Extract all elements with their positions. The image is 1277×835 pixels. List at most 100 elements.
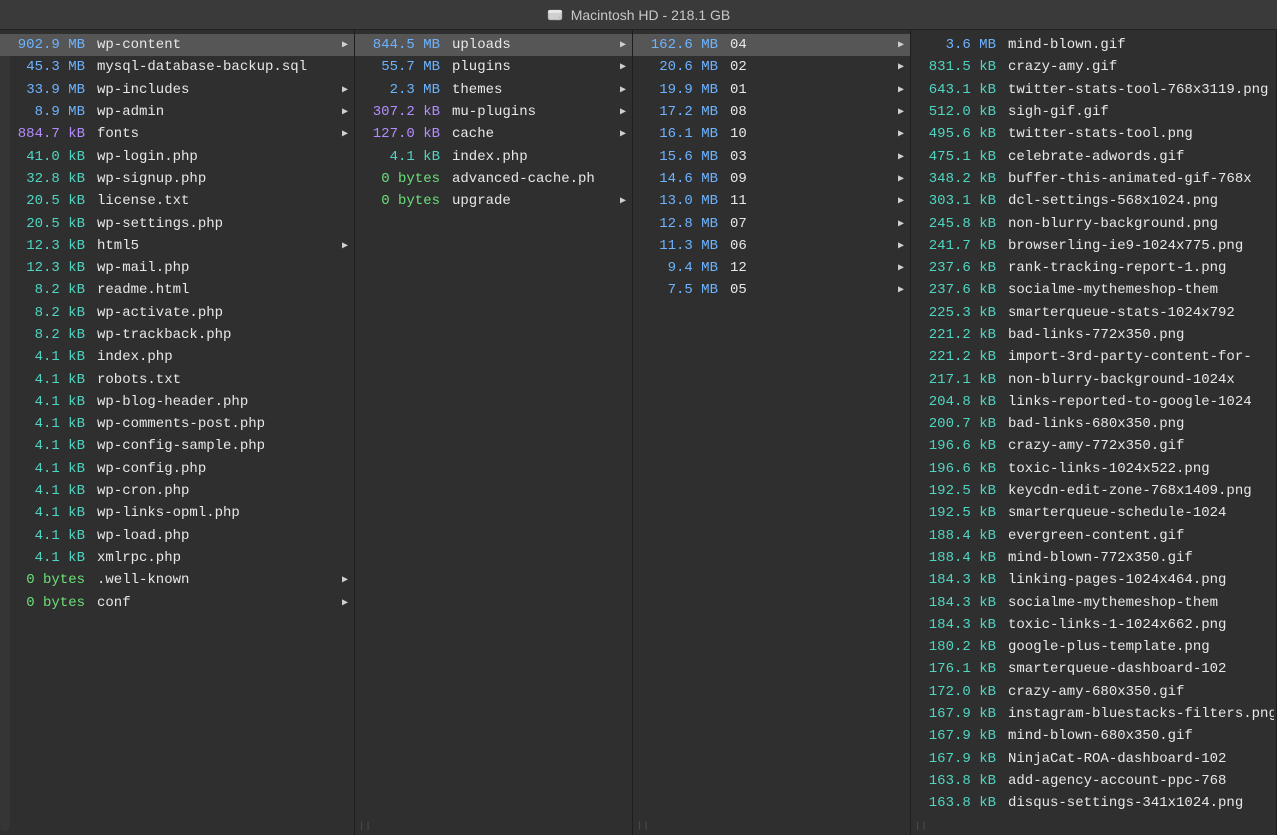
file-size: 192.5 kB [923, 483, 1008, 499]
file-row[interactable]: 8.2 kBwp-trackback.php [0, 324, 354, 346]
file-row[interactable]: 0 bytesadvanced-cache.ph [355, 168, 632, 190]
column-4[interactable]: || 3.6 MBmind-blown.gif831.5 kBcrazy-amy… [911, 30, 1277, 835]
file-row[interactable]: 176.1 kBsmarterqueue-dashboard-102 [911, 658, 1276, 680]
disclosure-arrow-icon: ▶ [338, 240, 352, 252]
file-row[interactable]: 184.3 kBlinking-pages-1024x464.png [911, 569, 1276, 591]
file-row[interactable]: 4.1 kBindex.php [355, 145, 632, 167]
folder-row[interactable]: 7.5 MB05▶ [633, 279, 910, 301]
folder-row[interactable]: 16.1 MB10▶ [633, 123, 910, 145]
folder-row[interactable]: 17.2 MB08▶ [633, 101, 910, 123]
file-row[interactable]: 172.0 kBcrazy-amy-680x350.gif [911, 681, 1276, 703]
folder-row[interactable]: 127.0 kBcache▶ [355, 123, 632, 145]
file-row[interactable]: 192.5 kBkeycdn-edit-zone-768x1409.png [911, 480, 1276, 502]
folder-row[interactable]: 15.6 MB03▶ [633, 145, 910, 167]
column-resize-handle[interactable]: || [637, 821, 650, 831]
file-row[interactable]: 4.1 kBwp-cron.php [0, 480, 354, 502]
file-row[interactable]: 184.3 kBsocialme-mythemeshop-them [911, 591, 1276, 613]
folder-row[interactable]: 0 bytesupgrade▶ [355, 190, 632, 212]
file-row[interactable]: 200.7 kBbad-links-680x350.png [911, 413, 1276, 435]
file-row[interactable]: 4.1 kBwp-load.php [0, 525, 354, 547]
file-row[interactable]: 4.1 kBwp-comments-post.php [0, 413, 354, 435]
file-name: wp-config.php [97, 461, 352, 477]
window-titlebar[interactable]: Macintosh HD - 218.1 GB [0, 0, 1277, 30]
file-row[interactable]: 20.5 kBwp-settings.php [0, 212, 354, 234]
file-size: 12.3 kB [12, 238, 97, 254]
folder-row[interactable]: 902.9 MBwp-content▶ [0, 34, 354, 56]
file-row[interactable]: 237.6 kBsocialme-mythemeshop-them [911, 279, 1276, 301]
file-row[interactable]: 221.2 kBimport-3rd-party-content-for- [911, 346, 1276, 368]
folder-row[interactable]: 20.6 MB02▶ [633, 56, 910, 78]
file-row[interactable]: 4.1 kBwp-links-opml.php [0, 502, 354, 524]
column-1[interactable]: 902.9 MBwp-content▶45.3 MBmysql-database… [0, 30, 355, 835]
folder-row[interactable]: 55.7 MBplugins▶ [355, 56, 632, 78]
file-row[interactable]: 348.2 kBbuffer-this-animated-gif-768x [911, 168, 1276, 190]
file-row[interactable]: 8.2 kBreadme.html [0, 279, 354, 301]
file-row[interactable]: 217.1 kBnon-blurry-background-1024x [911, 368, 1276, 390]
file-row[interactable]: 241.7 kBbrowserling-ie9-1024x775.png [911, 235, 1276, 257]
file-row[interactable]: 495.6 kBtwitter-stats-tool.png [911, 123, 1276, 145]
folder-row[interactable]: 33.9 MBwp-includes▶ [0, 79, 354, 101]
folder-row[interactable]: 13.0 MB11▶ [633, 190, 910, 212]
file-row[interactable]: 237.6 kBrank-tracking-report-1.png [911, 257, 1276, 279]
folder-row[interactable]: 12.8 MB07▶ [633, 212, 910, 234]
folder-row[interactable]: 12.3 kBhtml5▶ [0, 235, 354, 257]
file-row[interactable]: 4.1 kBxmlrpc.php [0, 547, 354, 569]
folder-row[interactable]: 884.7 kBfonts▶ [0, 123, 354, 145]
file-row[interactable]: 245.8 kBnon-blurry-background.png [911, 212, 1276, 234]
folder-row[interactable]: 844.5 MBuploads▶ [355, 34, 632, 56]
file-row[interactable]: 221.2 kBbad-links-772x350.png [911, 324, 1276, 346]
file-row[interactable]: 225.3 kBsmarterqueue-stats-1024x792 [911, 302, 1276, 324]
file-row[interactable]: 3.6 MBmind-blown.gif [911, 34, 1276, 56]
file-row[interactable]: 32.8 kBwp-signup.php [0, 168, 354, 190]
folder-row[interactable]: 19.9 MB01▶ [633, 79, 910, 101]
file-size: 0 bytes [367, 171, 452, 187]
file-row[interactable]: 831.5 kBcrazy-amy.gif [911, 56, 1276, 78]
file-row[interactable]: 163.8 kBadd-agency-account-ppc-768 [911, 770, 1276, 792]
file-row[interactable]: 20.5 kBlicense.txt [0, 190, 354, 212]
file-row[interactable]: 188.4 kBmind-blown-772x350.gif [911, 547, 1276, 569]
file-row[interactable]: 4.1 kBrobots.txt [0, 368, 354, 390]
file-name: socialme-mythemeshop-them [1008, 595, 1274, 611]
file-row[interactable]: 167.9 kBinstagram-bluestacks-filters.png [911, 703, 1276, 725]
folder-row[interactable]: 8.9 MBwp-admin▶ [0, 101, 354, 123]
file-row[interactable]: 4.1 kBwp-blog-header.php [0, 391, 354, 413]
file-row[interactable]: 4.1 kBindex.php [0, 346, 354, 368]
folder-row[interactable]: 307.2 kBmu-plugins▶ [355, 101, 632, 123]
folder-row[interactable]: 14.6 MB09▶ [633, 168, 910, 190]
disclosure-arrow-icon: ▶ [338, 39, 352, 51]
file-row[interactable]: 196.6 kBcrazy-amy-772x350.gif [911, 435, 1276, 457]
file-row[interactable]: 184.3 kBtoxic-links-1-1024x662.png [911, 614, 1276, 636]
file-size: 20.6 MB [645, 59, 730, 75]
file-row[interactable]: 204.8 kBlinks-reported-to-google-1024 [911, 391, 1276, 413]
file-size: 221.2 kB [923, 327, 1008, 343]
folder-row[interactable]: 11.3 MB06▶ [633, 235, 910, 257]
file-row[interactable]: 643.1 kBtwitter-stats-tool-768x3119.png [911, 79, 1276, 101]
column-resize-handle[interactable]: || [915, 821, 928, 831]
file-row[interactable]: 4.1 kBwp-config.php [0, 458, 354, 480]
column-2[interactable]: || 844.5 MBuploads▶55.7 MBplugins▶2.3 MB… [355, 30, 633, 835]
file-row[interactable]: 163.8 kBdisqus-settings-341x1024.png [911, 792, 1276, 814]
folder-row[interactable]: 9.4 MB12▶ [633, 257, 910, 279]
file-row[interactable]: 192.5 kBsmarterqueue-schedule-1024 [911, 502, 1276, 524]
folder-row[interactable]: 0 bytes.well-known▶ [0, 569, 354, 591]
file-row[interactable]: 4.1 kBwp-config-sample.php [0, 435, 354, 457]
folder-row[interactable]: 2.3 MBthemes▶ [355, 79, 632, 101]
file-row[interactable]: 167.9 kBNinjaCat-ROA-dashboard-102 [911, 748, 1276, 770]
folder-row[interactable]: 162.6 MB04▶ [633, 34, 910, 56]
file-row[interactable]: 512.0 kBsigh-gif.gif [911, 101, 1276, 123]
file-name: linking-pages-1024x464.png [1008, 572, 1274, 588]
file-row[interactable]: 167.9 kBmind-blown-680x350.gif [911, 725, 1276, 747]
disclosure-arrow-icon: ▶ [616, 128, 630, 140]
file-row[interactable]: 8.2 kBwp-activate.php [0, 302, 354, 324]
file-row[interactable]: 196.6 kBtoxic-links-1024x522.png [911, 458, 1276, 480]
file-row[interactable]: 41.0 kBwp-login.php [0, 145, 354, 167]
file-row[interactable]: 12.3 kBwp-mail.php [0, 257, 354, 279]
file-row[interactable]: 475.1 kBcelebrate-adwords.gif [911, 145, 1276, 167]
file-row[interactable]: 188.4 kBevergreen-content.gif [911, 525, 1276, 547]
folder-row[interactable]: 0 bytesconf▶ [0, 591, 354, 613]
column-3[interactable]: || 162.6 MB04▶20.6 MB02▶19.9 MB01▶17.2 M… [633, 30, 911, 835]
file-row[interactable]: 303.1 kBdcl-settings-568x1024.png [911, 190, 1276, 212]
column-resize-handle[interactable]: || [359, 821, 372, 831]
file-row[interactable]: 45.3 MBmysql-database-backup.sql [0, 56, 354, 78]
file-row[interactable]: 180.2 kBgoogle-plus-template.png [911, 636, 1276, 658]
